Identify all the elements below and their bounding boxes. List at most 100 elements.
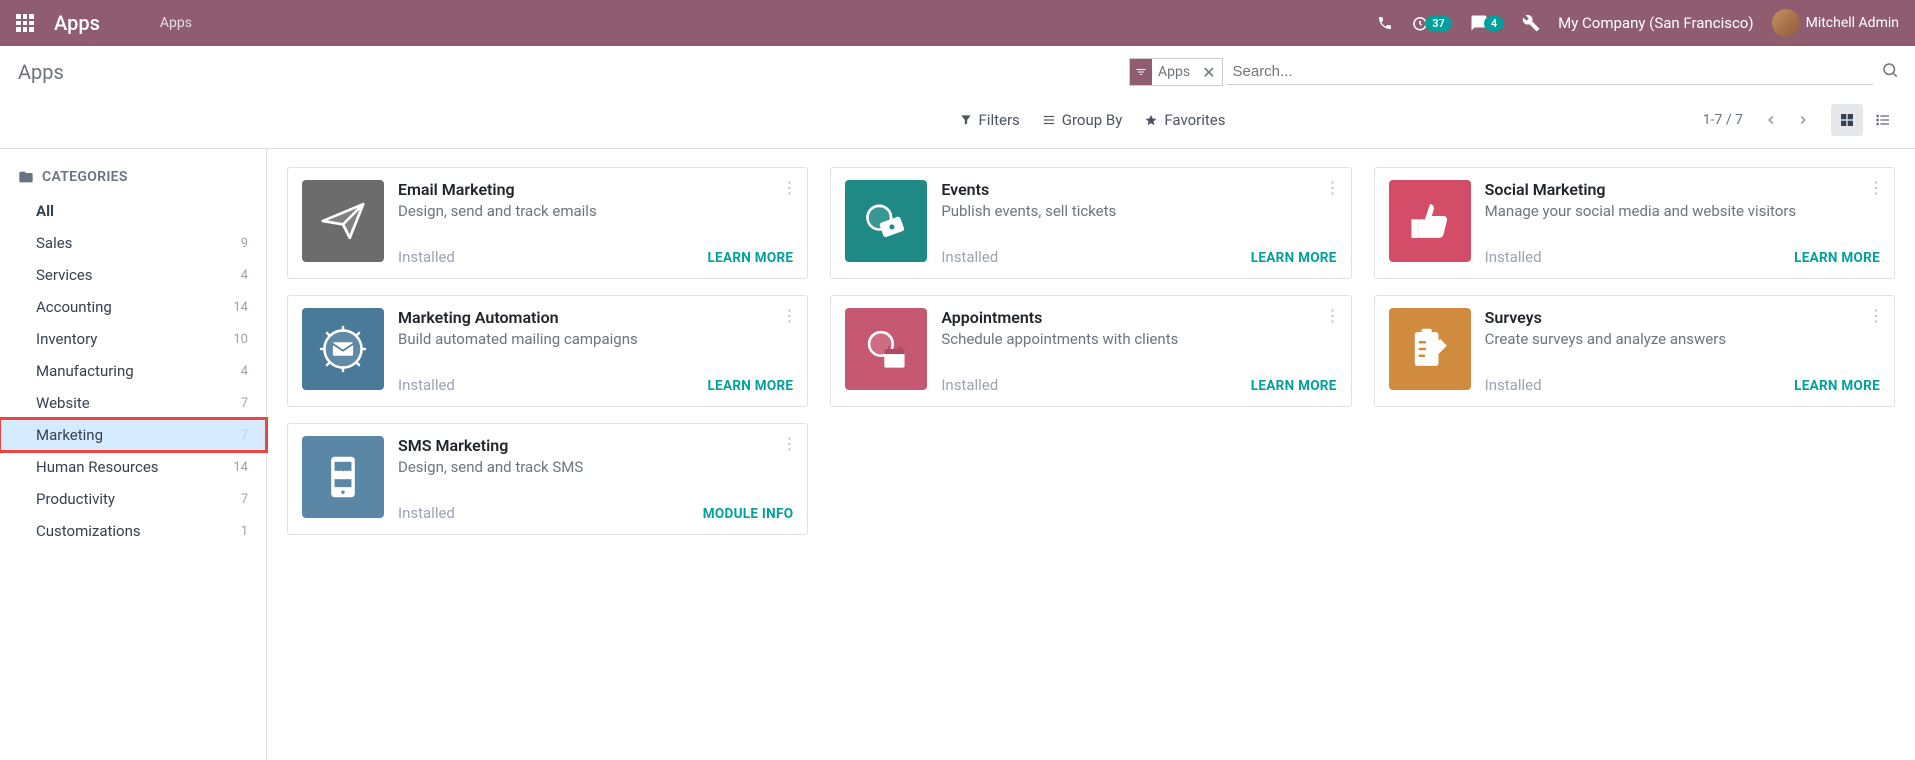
card-description: Schedule appointments with clients xyxy=(941,329,1336,349)
card-menu-icon[interactable]: ⋮ xyxy=(1868,178,1884,197)
card-title: Marketing Automation xyxy=(398,308,793,327)
categories-list: AllSales9Services4Accounting14Inventory1… xyxy=(0,195,266,547)
sidebar-item-marketing[interactable]: Marketing7 xyxy=(0,419,266,451)
sidebar-item-label: Website xyxy=(36,394,90,412)
sidebar-item-label: Customizations xyxy=(36,522,141,540)
timer-badge: 37 xyxy=(1425,16,1452,31)
sidebar-item-count: 7 xyxy=(241,396,248,411)
svg-text:SMS: SMS xyxy=(334,470,353,480)
card-description: Design, send and track emails xyxy=(398,201,793,221)
sidebar-item-inventory[interactable]: Inventory10 xyxy=(0,323,266,355)
pager-prev-icon[interactable] xyxy=(1757,106,1785,134)
sidebar-item-count: 4 xyxy=(241,268,248,283)
gear-mail-icon xyxy=(302,308,384,390)
card-title: Social Marketing xyxy=(1485,180,1880,199)
card-status: Installed xyxy=(398,376,455,394)
app-card-sms-marketing[interactable]: SMS SMS Marketing Design, send and track S… xyxy=(287,423,808,535)
sidebar-item-services[interactable]: Services 4 xyxy=(0,259,266,291)
card-action-link[interactable]: LEARN MORE xyxy=(1251,250,1337,266)
ticket-globe-icon xyxy=(845,180,927,262)
card-action-link[interactable]: LEARN MORE xyxy=(1251,378,1337,394)
page-title: Apps xyxy=(18,60,64,84)
card-title: Appointments xyxy=(941,308,1336,327)
sidebar-item-all[interactable]: All xyxy=(0,195,266,227)
app-card-marketing-automation[interactable]: Marketing Automation Build automated mail… xyxy=(287,295,808,407)
card-description: Design, send and track SMS xyxy=(398,457,793,477)
sidebar-item-label: Accounting xyxy=(36,298,112,316)
apps-menu-icon[interactable] xyxy=(16,14,34,32)
card-title: Events xyxy=(941,180,1336,199)
card-menu-icon[interactable]: ⋮ xyxy=(1325,306,1341,325)
facet-remove-icon[interactable]: ✕ xyxy=(1196,63,1221,82)
search-input[interactable] xyxy=(1227,59,1874,85)
tools-icon[interactable] xyxy=(1522,14,1540,32)
card-menu-icon[interactable]: ⋮ xyxy=(1325,178,1341,197)
filter-icon xyxy=(1130,59,1152,85)
app-card-appointments[interactable]: Appointments Schedule appointments with c… xyxy=(830,295,1351,407)
company-name[interactable]: My Company (San Francisco) xyxy=(1558,14,1753,32)
sidebar-item-accounting[interactable]: Accounting14 xyxy=(0,291,266,323)
control-panel: Apps Apps ✕ Filters Group By Favorites 1… xyxy=(0,46,1915,149)
pager[interactable]: 1-7 / 7 xyxy=(1703,112,1743,128)
card-description: Publish events, sell tickets xyxy=(941,201,1336,221)
brand-title[interactable]: Apps xyxy=(54,11,100,35)
phone-sms-icon: SMS xyxy=(302,436,384,518)
pager-next-icon[interactable] xyxy=(1789,106,1817,134)
phone-icon[interactable] xyxy=(1377,15,1393,31)
clipboard-pencil-icon xyxy=(1389,308,1471,390)
card-action-link[interactable]: LEARN MORE xyxy=(1794,378,1880,394)
card-title: Surveys xyxy=(1485,308,1880,327)
sidebar: CATEGORIES AllSales9Services4Accounting1… xyxy=(0,149,267,760)
card-menu-icon[interactable]: ⋮ xyxy=(781,306,797,325)
folder-icon xyxy=(18,169,34,185)
main-area: CATEGORIES AllSales9Services4Accounting1… xyxy=(0,149,1915,760)
sidebar-item-manufacturing[interactable]: Manufacturing4 xyxy=(0,355,266,387)
card-title: SMS Marketing xyxy=(398,436,793,455)
card-menu-icon[interactable]: ⋮ xyxy=(781,434,797,453)
user-menu[interactable]: Mitchell Admin xyxy=(1772,9,1899,37)
sidebar-item-productivity[interactable]: Productivity 7 xyxy=(0,483,266,515)
sidebar-item-label: Services xyxy=(36,266,93,284)
sidebar-item-label: Human Resources xyxy=(36,458,159,476)
card-action-link[interactable]: MODULE INFO xyxy=(703,506,794,522)
sidebar-item-count: 7 xyxy=(241,492,248,507)
chat-badge: 4 xyxy=(1484,16,1504,31)
card-description: Build automated mailing campaigns xyxy=(398,329,793,349)
paper-plane-icon xyxy=(302,180,384,262)
sidebar-item-count: 1 xyxy=(241,524,248,539)
card-menu-icon[interactable]: ⋮ xyxy=(1868,306,1884,325)
app-card-surveys[interactable]: SurveysCreate surveys and analyze answer… xyxy=(1374,295,1895,407)
sidebar-item-label: Inventory xyxy=(36,330,97,348)
search-icon[interactable] xyxy=(1881,61,1899,83)
facet-label: Apps xyxy=(1152,64,1196,80)
sidebar-item-customizations[interactable]: Customizations 1 xyxy=(0,515,266,547)
filters-button[interactable]: Filters xyxy=(959,111,1020,129)
sidebar-item-human-resources[interactable]: Human Resources 14 xyxy=(0,451,266,483)
sidebar-item-count: 14 xyxy=(233,460,248,475)
sidebar-item-label: Manufacturing xyxy=(36,362,134,380)
card-action-link[interactable]: LEARN MORE xyxy=(707,378,793,394)
favorites-button[interactable]: Favorites xyxy=(1144,111,1225,129)
search-area: Apps ✕ xyxy=(1129,58,1899,86)
top-nav: Apps Apps 37 4 My Company (San Francisco… xyxy=(0,0,1915,46)
card-menu-icon[interactable]: ⋮ xyxy=(781,178,797,197)
timer-icon[interactable]: 37 xyxy=(1411,14,1452,32)
user-name: Mitchell Admin xyxy=(1806,15,1899,31)
list-view-button[interactable] xyxy=(1867,104,1899,136)
search-facet[interactable]: Apps ✕ xyxy=(1129,58,1223,86)
sidebar-item-label: Sales xyxy=(36,234,72,252)
kanban-view-button[interactable] xyxy=(1831,104,1863,136)
app-card-social-marketing[interactable]: Social Marketing Manage your social media… xyxy=(1374,167,1895,279)
sidebar-item-sales[interactable]: Sales9 xyxy=(0,227,266,259)
breadcrumb[interactable]: Apps xyxy=(160,15,192,31)
sidebar-item-website[interactable]: Website 7 xyxy=(0,387,266,419)
group-by-button[interactable]: Group By xyxy=(1042,111,1123,129)
card-description: Manage your social media and website vis… xyxy=(1485,201,1880,221)
chat-icon[interactable]: 4 xyxy=(1470,14,1504,32)
app-card-events[interactable]: EventsPublish events, sell ticketsInstal… xyxy=(830,167,1351,279)
sidebar-item-label: Productivity xyxy=(36,490,115,508)
app-card-email-marketing[interactable]: Email MarketingDesign, send and track em… xyxy=(287,167,808,279)
card-action-link[interactable]: LEARN MORE xyxy=(1794,250,1880,266)
card-status: Installed xyxy=(1485,248,1542,266)
card-action-link[interactable]: LEARN MORE xyxy=(707,250,793,266)
